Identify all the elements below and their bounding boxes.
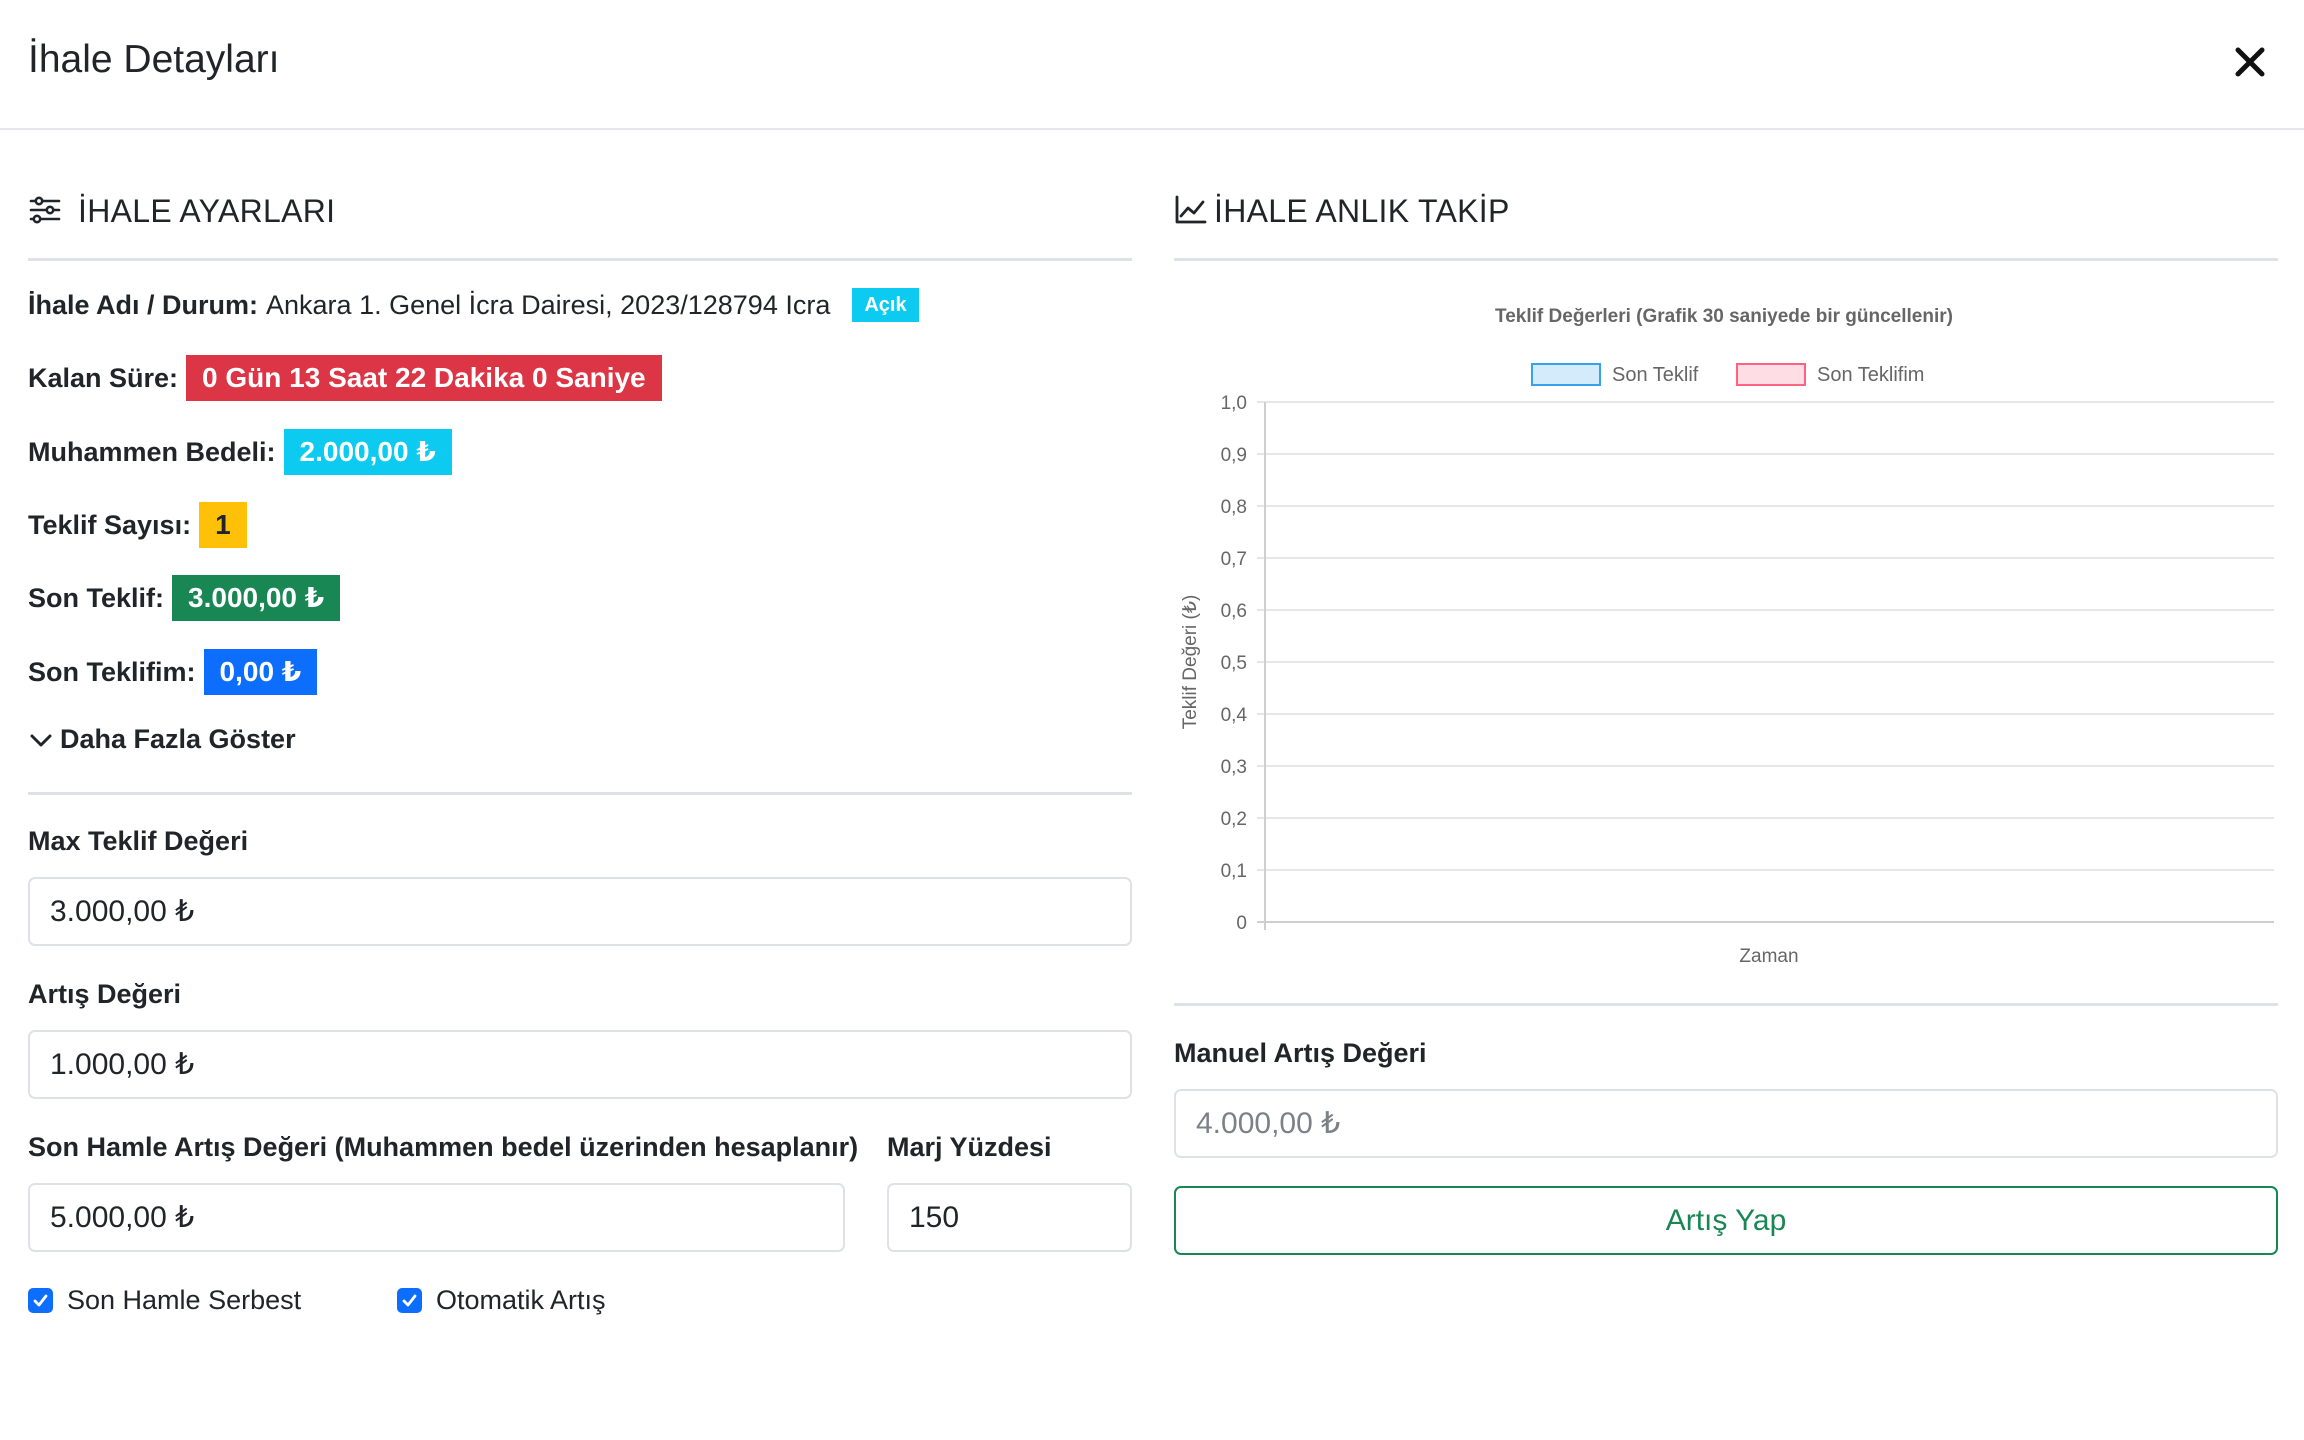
- estimated-value-row: Muhammen Bedeli: 2.000,00 ₺: [28, 429, 452, 475]
- chart-y-tick-label: 0,8: [1221, 497, 1247, 518]
- remaining-time-badge: 0 Gün 13 Saat 22 Dakika 0 Saniye: [186, 355, 662, 401]
- close-icon: [2235, 47, 2265, 77]
- chart-y-tick-label: 0,1: [1221, 861, 1247, 882]
- increment-label: Artış Değeri: [28, 979, 182, 1009]
- bid-chart: Teklif Değerleri (Grafik 30 saniyede bir…: [1174, 290, 2278, 990]
- show-more-toggle[interactable]: Daha Fazla Göster: [28, 724, 296, 755]
- close-button[interactable]: [2228, 40, 2272, 84]
- left-divider: [28, 792, 1132, 795]
- increment-input[interactable]: 1.000,00 ₺: [28, 1030, 1132, 1099]
- chevron-down-icon: [30, 734, 52, 746]
- chart-x-axis-label: Zaman: [1739, 946, 1798, 967]
- manual-increment-label: Manuel Artış Değeri: [1174, 1038, 1427, 1068]
- max-bid-input[interactable]: 3.000,00 ₺: [28, 877, 1132, 946]
- max-bid-label: Max Teklif Değeri: [28, 826, 249, 856]
- modal-header: İhale Detayları: [0, 0, 2304, 130]
- tender-name-label: İhale Adı / Durum:: [28, 289, 259, 320]
- status-badge: Açık: [852, 288, 919, 322]
- tracking-section-title: İHALE ANLIK TAKİP: [1214, 193, 1510, 229]
- line-chart-icon: [1175, 195, 1207, 224]
- tender-name-row: İhale Adı / Durum: Ankara 1. Genel İcra …: [28, 288, 919, 322]
- checkbox-checked-icon: [397, 1288, 422, 1313]
- chart-y-tick-label: 0,4: [1221, 705, 1248, 726]
- chart-y-tick-label: 0,3: [1221, 757, 1247, 778]
- bid-count-row: Teklif Sayısı: 1: [28, 502, 247, 548]
- settings-section-title: İHALE AYARLARI: [78, 193, 336, 229]
- tender-name-value: Ankara 1. Genel İcra Dairesi, 2023/12879…: [266, 289, 831, 320]
- modal-title: İhale Detayları: [28, 38, 280, 81]
- margin-percent-label: Marj Yüzdesi: [887, 1132, 1052, 1162]
- last-move-increment-label: Son Hamle Artış Değeri (Muhammen bedel ü…: [28, 1132, 859, 1162]
- last-bid-badge: 3.000,00 ₺: [172, 575, 341, 621]
- chart-grid: [1257, 401, 2274, 930]
- increment-submit-button[interactable]: Artış Yap: [1174, 1186, 2278, 1255]
- auto-increment-label: Otomatik Artış: [436, 1285, 606, 1315]
- settings-section-header: İHALE AYARLARI: [28, 185, 1132, 261]
- checkbox-checked-icon: [28, 1288, 53, 1313]
- chart-y-axis-label: Teklif Değeri (₺): [1180, 595, 1201, 730]
- remaining-time-label: Kalan Süre:: [28, 362, 179, 393]
- chart-title: Teklif Değerleri (Grafik 30 saniyede bir…: [1495, 306, 1953, 327]
- margin-percent-input[interactable]: 150: [887, 1183, 1132, 1252]
- chart-y-ticks: 0 0,1 0,2 0,3 0,4 0,5 0,6 0,7 0,8 0,9 1,0: [1221, 393, 1248, 934]
- show-more-label: Daha Fazla Göster: [60, 724, 296, 754]
- chart-legend: Son Teklif Son Teklifim: [1531, 363, 1924, 386]
- bid-count-badge: 1: [199, 502, 247, 548]
- last-move-increment-input[interactable]: 5.000,00 ₺: [28, 1183, 845, 1252]
- chart-legend-label: Son Teklif: [1612, 364, 1699, 386]
- chart-legend-label: Son Teklifim: [1817, 364, 1924, 386]
- bid-count-label: Teklif Sayısı:: [28, 509, 192, 540]
- bid-chart-svg: Teklif Değerleri (Grafik 30 saniyede bir…: [1180, 306, 2274, 967]
- chart-y-tick-label: 0,2: [1221, 809, 1247, 830]
- last-move-free-label: Son Hamle Serbest: [67, 1285, 302, 1315]
- chart-legend-swatch: [1736, 363, 1806, 386]
- auto-increment-checkbox[interactable]: Otomatik Artış: [397, 1285, 606, 1316]
- last-move-free-checkbox[interactable]: Son Hamle Serbest: [28, 1285, 301, 1316]
- last-bid-label: Son Teklif:: [28, 582, 165, 613]
- chart-y-tick-label: 0: [1236, 913, 1247, 934]
- estimated-value-label: Muhammen Bedeli:: [28, 436, 276, 467]
- estimated-value-badge: 2.000,00 ₺: [283, 429, 452, 475]
- chart-y-tick-label: 0,5: [1221, 653, 1247, 674]
- my-last-bid-label: Son Teklifim:: [28, 656, 196, 687]
- chart-y-tick-label: 0,9: [1221, 445, 1247, 466]
- sliders-icon: [29, 196, 61, 224]
- remaining-time-row: Kalan Süre: 0 Gün 13 Saat 22 Dakika 0 Sa…: [28, 355, 662, 401]
- my-last-bid-row: Son Teklifim: 0,00 ₺: [28, 649, 318, 695]
- chart-legend-swatch: [1531, 363, 1601, 386]
- chart-y-tick-label: 0,6: [1221, 601, 1247, 622]
- right-divider: [1174, 1003, 2278, 1006]
- my-last-bid-badge: 0,00 ₺: [203, 649, 318, 695]
- tracking-section-header: İHALE ANLIK TAKİP: [1174, 185, 2278, 261]
- chart-y-tick-label: 0,7: [1221, 549, 1247, 570]
- manual-increment-input[interactable]: 4.000,00 ₺: [1174, 1089, 2278, 1158]
- last-bid-row: Son Teklif: 3.000,00 ₺: [28, 575, 341, 621]
- chart-y-tick-label: 1,0: [1221, 393, 1247, 414]
